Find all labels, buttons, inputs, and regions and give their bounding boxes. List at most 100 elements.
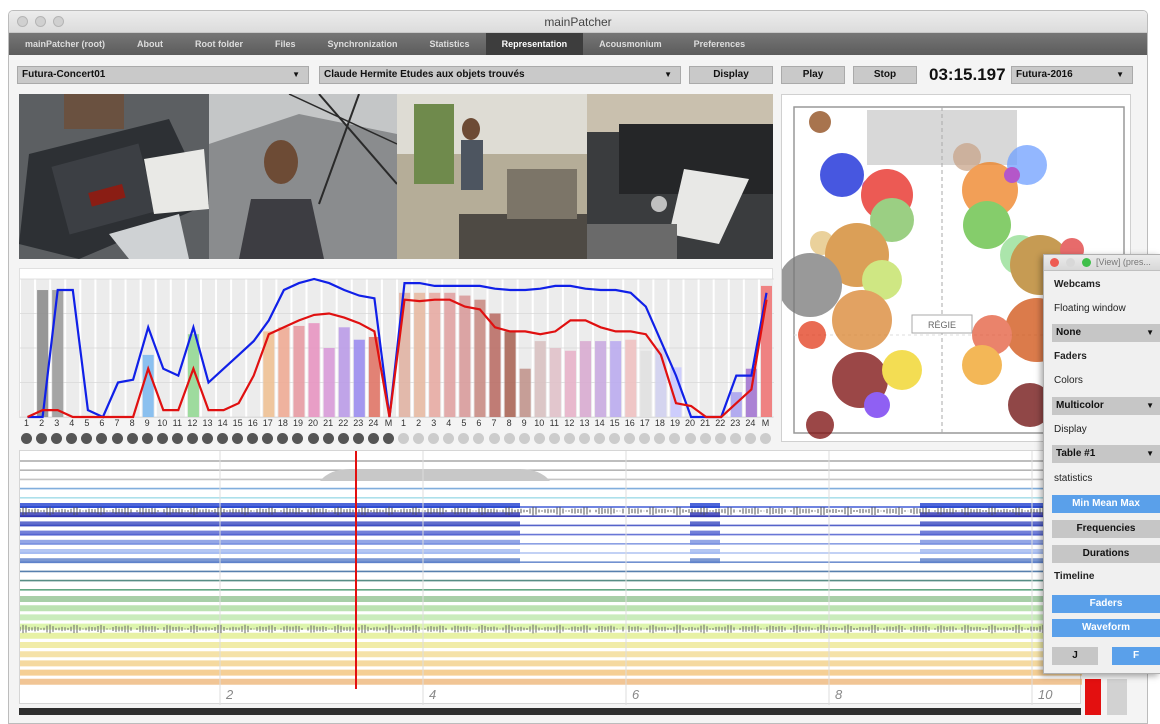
fader-dot[interactable] [714,433,726,444]
fader-dot[interactable] [171,433,183,444]
fader-dot[interactable] [322,433,334,444]
fader-dot[interactable] [413,433,425,444]
fader-axis-label: 13 [202,418,213,428]
fader-dot[interactable] [232,433,244,444]
fader-dot[interactable] [352,433,364,444]
fader-dot[interactable] [563,433,575,444]
fader-dot[interactable] [488,433,500,444]
min-mean-max-button[interactable]: Min Mean Max [1052,495,1160,513]
fader-dot[interactable] [292,433,304,444]
level-meter-right [1107,679,1127,715]
fader-dot[interactable] [729,433,741,444]
faders-toggle-button[interactable]: Faders [1052,595,1160,613]
piece-select-value: Claude Hermite Etudes aux objets trouvés [324,69,525,80]
timeline-scrollbar[interactable] [19,708,1081,715]
display-label: Display [1054,424,1087,435]
tab-acousmonium[interactable]: Acousmonium [583,33,678,55]
concert-select[interactable]: Futura-Concert01 ▼ [17,66,309,84]
fader-bar [338,327,350,417]
fader-dot[interactable] [202,433,213,444]
fader-dot[interactable] [458,433,470,444]
fader-dot[interactable] [141,433,153,444]
fader-dot[interactable] [382,433,394,444]
tab-about[interactable]: About [121,33,179,55]
fader-dot[interactable] [36,433,48,444]
floating-window-value: None [1056,327,1081,338]
level-meter-left [1085,679,1101,715]
colors-label: Colors [1054,375,1083,386]
fader-dot[interactable] [247,433,259,444]
fader-dot[interactable] [367,433,379,444]
fader-dot[interactable] [518,433,530,444]
fader-dot[interactable] [759,433,771,444]
fader-dot[interactable] [624,433,636,444]
fader-dot[interactable] [684,433,696,444]
fader-dot[interactable] [443,433,455,444]
piece-select[interactable]: Claude Hermite Etudes aux objets trouvés… [319,66,681,84]
display-button[interactable]: Display [689,66,773,84]
fader-axis-label: 24 [368,418,379,428]
fader-dot[interactable] [186,433,198,444]
fader-dot[interactable] [96,433,108,444]
fader-dot[interactable] [579,433,590,444]
fader-dot[interactable] [156,433,168,444]
fader-dot[interactable] [398,433,410,444]
tab-root-folder[interactable]: Root folder [179,33,259,55]
fader-bar [278,327,290,417]
fader-dot[interactable] [533,433,545,444]
zoom-dot[interactable] [1082,258,1091,267]
fader-dot[interactable] [639,433,651,444]
fader-dot[interactable] [594,433,606,444]
fader-dot[interactable] [21,433,33,444]
fader-axis-labels: 1 2 3 4 5 6 7 8 9 10 11 12 13 14 15 16 17 18 19 20 21 22 23 24 M… [19,418,773,430]
tab-mainpatcher-root[interactable]: mainPatcher (root) [9,33,121,55]
fader-dot[interactable] [744,433,756,444]
tab-files[interactable]: Files [259,33,312,55]
fader-axis-label: 20 [685,418,696,428]
fader-axis-label: 18 [277,418,288,428]
fader-dot[interactable] [277,433,289,444]
fader-dot[interactable] [81,433,93,444]
display-select[interactable]: Table #1 ▼ [1052,445,1160,463]
waveform-toggle-button[interactable]: Waveform [1052,619,1160,637]
tab-synchronization[interactable]: Synchronization [312,33,414,55]
fader-dot[interactable] [262,433,274,444]
tab-preferences[interactable]: Preferences [678,33,762,55]
fader-dot[interactable] [428,433,440,444]
fader-dot[interactable] [111,433,123,444]
stop-button[interactable]: Stop [853,66,917,84]
fader-dot[interactable] [548,433,560,444]
timeline-tick-label: 10 [1038,687,1053,702]
close-dot[interactable] [1050,258,1059,267]
edition-select[interactable]: Futura-2016 ▼ [1011,66,1133,84]
play-button[interactable]: Play [781,66,845,84]
fader-dot[interactable] [503,433,515,444]
fader-bar [293,325,305,417]
fader-dot[interactable] [51,433,63,444]
colors-select[interactable]: Multicolor ▼ [1052,397,1160,415]
fader-dot[interactable] [337,433,349,444]
fader-dot[interactable] [609,433,621,444]
fader-axis-label: 6 [476,418,482,428]
minimize-dot[interactable] [1066,258,1075,267]
fader-dot[interactable] [654,433,666,444]
fader-dot[interactable] [473,433,485,444]
fader-dot[interactable] [669,433,681,444]
fader-axis-label: 7 [114,418,120,428]
fader-dot[interactable] [217,433,229,444]
floating-window-select[interactable]: None ▼ [1052,324,1160,342]
fader-dot[interactable] [307,433,319,444]
fader-bar [519,368,531,417]
fader-axis-label: 12 [564,418,575,428]
fader-dot[interactable] [699,433,711,444]
fader-dot[interactable] [66,433,78,444]
chevron-down-icon: ▼ [292,70,300,79]
frequencies-button[interactable]: Frequencies [1052,520,1160,538]
durations-button[interactable]: Durations [1052,545,1160,563]
f-button[interactable]: F [1112,647,1160,665]
tab-representation[interactable]: Representation [485,33,584,55]
fader-dot[interactable] [126,433,138,444]
fader-bar [353,339,365,417]
tab-statistics[interactable]: Statistics [414,33,486,55]
j-button[interactable]: J [1052,647,1098,665]
